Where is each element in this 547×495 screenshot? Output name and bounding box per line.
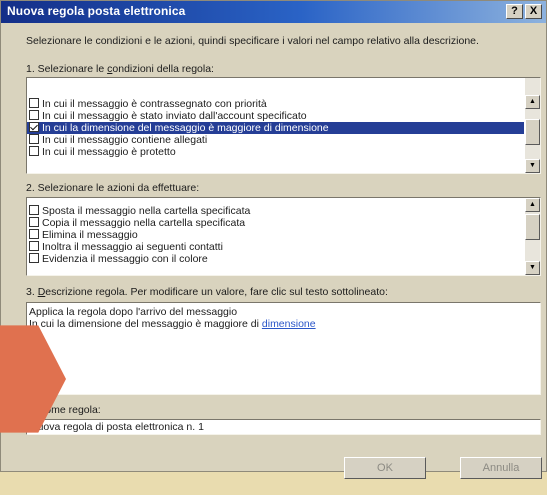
description-line-apply: Applica la regola dopo l'arrivo del mess…	[29, 306, 238, 318]
actions-label: 2. Selezionare le azioni da effettuare:	[26, 182, 200, 194]
scroll-down-arrow-icon[interactable]: ▼	[525, 159, 540, 173]
condition-item-size[interactable]: In cui la dimensione del messaggio è mag…	[27, 122, 524, 134]
scroll-thumb[interactable]	[525, 119, 540, 145]
condition-label: In cui il messaggio è protetto	[42, 146, 176, 158]
title-bar[interactable]: Nuova regola posta elettronica ? X	[1, 1, 546, 23]
ok-button[interactable]: OK	[344, 457, 426, 479]
actions-scrollbar[interactable]: ▲ ▼	[525, 198, 540, 275]
action-checkbox[interactable]	[29, 229, 39, 239]
condition-label: In cui il messaggio è contrassegnato con…	[42, 98, 267, 110]
conditions-label-prefix: 1. Selezionare le	[26, 63, 108, 75]
size-value-link[interactable]: dimensione	[262, 318, 316, 330]
condition-checkbox[interactable]	[29, 122, 39, 132]
conditions-list[interactable]: In cui il messaggio è contrassegnato con…	[26, 77, 541, 174]
cancel-button[interactable]: Annulla	[460, 457, 542, 479]
action-item-move[interactable]: Sposta il messaggio nella cartella speci…	[27, 205, 524, 217]
action-item-copy[interactable]: Copia il messaggio nella cartella specif…	[27, 217, 524, 229]
rule-description-box: Applica la regola dopo l'arrivo del mess…	[26, 302, 541, 395]
condition-item-account[interactable]: In cui il messaggio è stato inviato dall…	[27, 110, 524, 122]
new-mail-rule-dialog: Nuova regola posta elettronica ? X Selez…	[0, 0, 547, 479]
action-label: Sposta il messaggio nella cartella speci…	[42, 205, 251, 217]
action-label: Inoltra il messaggio ai seguenti contatt…	[42, 241, 223, 253]
scroll-down-arrow-icon[interactable]: ▼	[525, 261, 540, 275]
description-label: 3. Descrizione regola. Per modificare un…	[26, 286, 388, 298]
description-label-prefix: 3.	[26, 286, 38, 298]
scroll-thumb[interactable]	[525, 214, 540, 240]
condition-item-priority[interactable]: In cui il messaggio è contrassegnato con…	[27, 98, 524, 110]
condition-checkbox[interactable]	[29, 146, 39, 156]
description-line-condition: In cui la dimensione del messaggio è mag…	[29, 318, 538, 330]
description-condition-text: In cui la dimensione del messaggio è mag…	[29, 318, 262, 330]
scroll-up-arrow-icon[interactable]: ▲	[525, 198, 540, 212]
dialog-title: Nuova regola posta elettronica	[7, 4, 186, 18]
action-checkbox[interactable]	[29, 205, 39, 215]
condition-checkbox[interactable]	[29, 98, 39, 108]
condition-label: In cui la dimensione del messaggio è mag…	[42, 122, 329, 134]
rule-name-input[interactable]: Nuova regola di posta elettronica n. 1	[26, 419, 541, 435]
action-checkbox[interactable]	[29, 241, 39, 251]
scroll-up-arrow-icon[interactable]: ▲	[525, 95, 540, 109]
actions-list[interactable]: Sposta il messaggio nella cartella speci…	[26, 197, 541, 276]
close-button[interactable]: X	[525, 4, 542, 19]
condition-checkbox[interactable]	[29, 134, 39, 144]
action-checkbox[interactable]	[29, 253, 39, 263]
help-button[interactable]: ?	[506, 4, 523, 19]
action-label: Elimina il messaggio	[42, 229, 138, 241]
action-item-highlight[interactable]: Evidenzia il messaggio con il colore	[27, 253, 524, 265]
condition-label: In cui il messaggio è stato inviato dall…	[42, 110, 307, 122]
rule-name-label-suffix: ome regola:	[45, 404, 101, 416]
action-item-forward[interactable]: Inoltra il messaggio ai seguenti contatt…	[27, 241, 524, 253]
action-label: Copia il messaggio nella cartella specif…	[42, 217, 246, 229]
condition-item-attachments[interactable]: In cui il messaggio contiene allegati	[27, 134, 524, 146]
conditions-label-suffix: ondizioni della regola:	[112, 63, 214, 75]
conditions-label: 1. Selezionare le condizioni della regol…	[26, 63, 214, 75]
action-label: Evidenzia il messaggio con il colore	[42, 253, 208, 265]
condition-checkbox[interactable]	[29, 110, 39, 120]
actions-items: Sposta il messaggio nella cartella speci…	[27, 205, 524, 265]
condition-item-secure[interactable]: In cui il messaggio è protetto	[27, 146, 524, 158]
condition-label: In cui il messaggio contiene allegati	[42, 134, 208, 146]
description-label-suffix: escrizione regola. Per modificare un val…	[45, 286, 388, 298]
conditions-items: In cui il messaggio è contrassegnato con…	[27, 98, 524, 158]
conditions-scrollbar[interactable]: ▲ ▼	[525, 78, 540, 173]
instructions-text: Selezionare le condizioni e le azioni, q…	[26, 35, 479, 47]
action-item-delete[interactable]: Elimina il messaggio	[27, 229, 524, 241]
action-checkbox[interactable]	[29, 217, 39, 227]
